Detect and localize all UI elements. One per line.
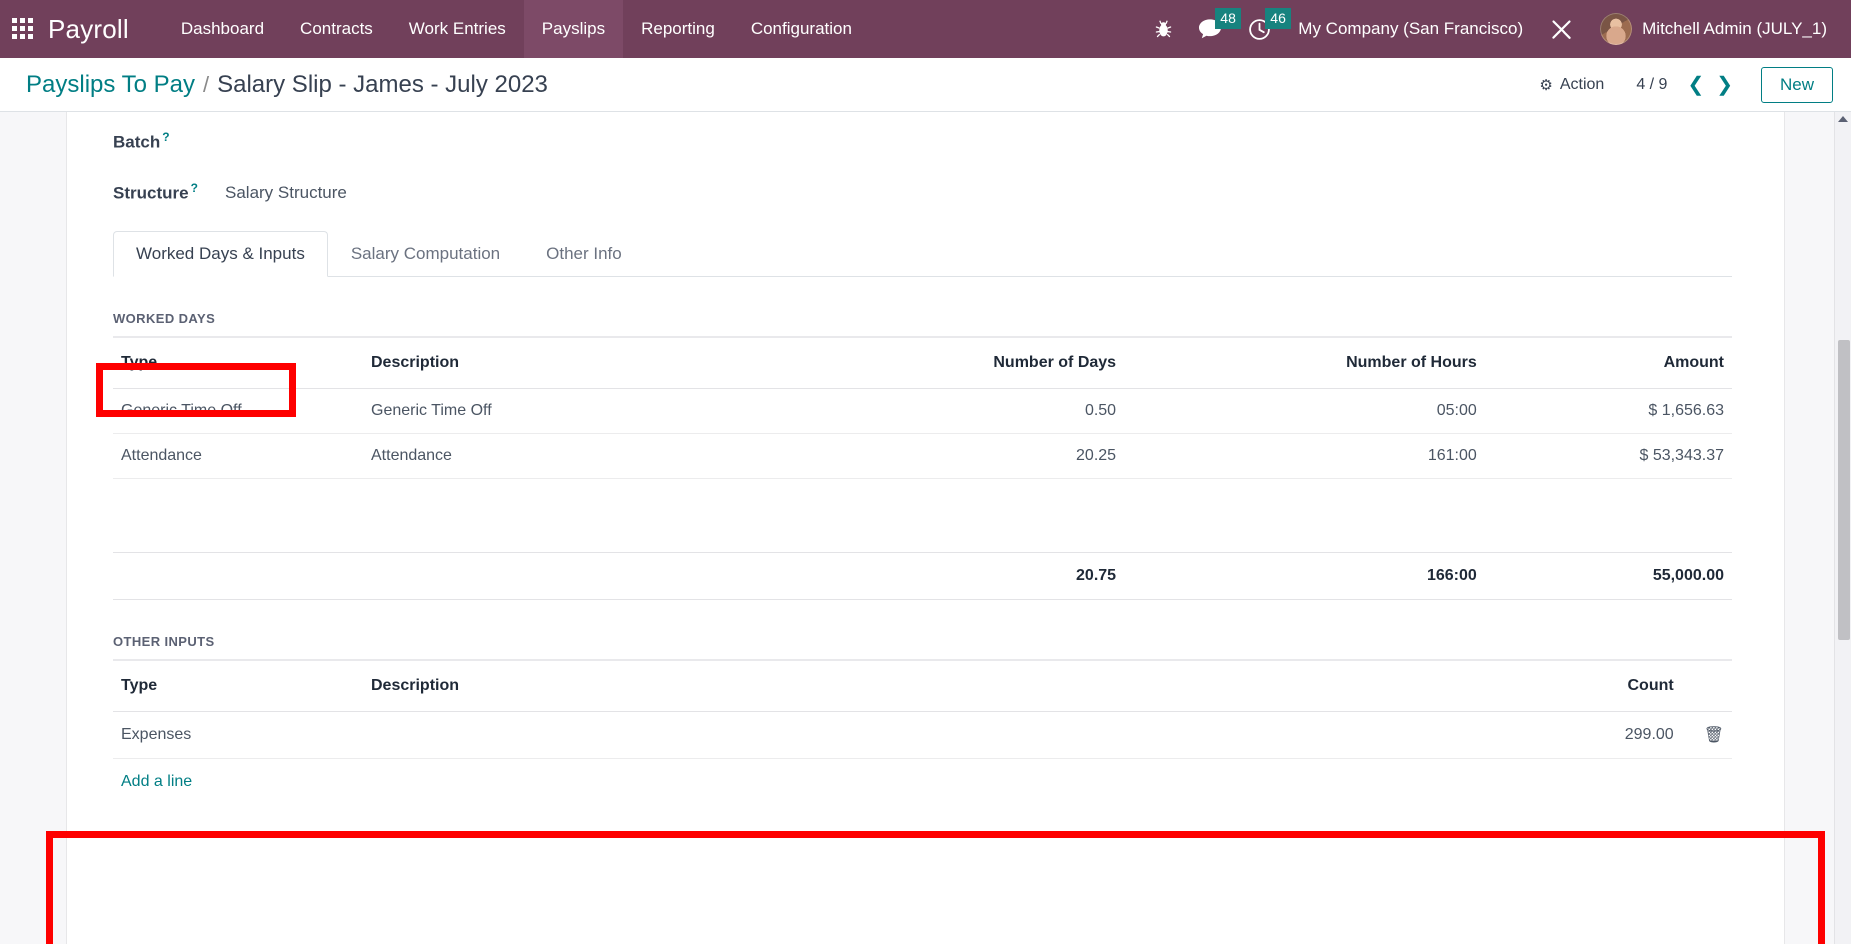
tab-salary-computation[interactable]: Salary Computation xyxy=(328,231,523,277)
help-tooltip-icon[interactable]: ? xyxy=(191,181,198,195)
cell-type[interactable]: Expenses xyxy=(113,711,363,760)
tab-other-info[interactable]: Other Info xyxy=(523,231,645,277)
scrollbar-thumb[interactable] xyxy=(1838,340,1850,640)
navbar-right-tools: 48 46 My Company (San Francisco) Mitchel… xyxy=(1142,0,1851,58)
company-switcher[interactable]: My Company (San Francisco) xyxy=(1284,19,1537,39)
total-number-of-hours: 166:00 xyxy=(1124,552,1485,601)
avatar xyxy=(1600,13,1633,45)
bug-icon[interactable] xyxy=(1142,0,1185,58)
cell-description[interactable]: Attendance xyxy=(363,433,783,480)
other-inputs-section-title: OTHER INPUTS xyxy=(113,634,215,650)
top-navbar: Payroll Dashboard Contracts Work Entries… xyxy=(0,0,1851,58)
user-menu[interactable]: Mitchell Admin (JULY_1) xyxy=(1586,13,1837,45)
control-panel-actions: ⚙ Action 4 / 9 ❮ ❯ New xyxy=(1529,66,1833,103)
pager-count: 4 / 9 xyxy=(1636,75,1668,93)
column-header-description[interactable]: Description xyxy=(363,661,783,713)
add-a-line-link[interactable]: Add a line xyxy=(113,759,200,805)
user-name-label: Mitchell Admin (JULY_1) xyxy=(1642,19,1827,38)
table-header-row: Type Description Count xyxy=(113,661,1732,713)
vertical-scrollbar[interactable] xyxy=(1834,112,1851,944)
app-brand-payroll[interactable]: Payroll xyxy=(46,14,137,45)
row-delete-cell: 🗑 xyxy=(1681,711,1732,760)
column-header-actions xyxy=(1681,661,1732,713)
cell-description[interactable] xyxy=(363,711,783,760)
breadcrumb-separator: / xyxy=(202,71,210,97)
table-empty-row xyxy=(113,522,1732,554)
total-amount: 55,000.00 xyxy=(1484,552,1732,601)
messages-icon-button[interactable]: 48 xyxy=(1185,0,1241,58)
form-sheet: Batch? Structure? Salary Structure Worke… xyxy=(66,112,1785,944)
total-number-of-days: 20.75 xyxy=(783,552,1125,601)
wrench-screwdriver-icon[interactable] xyxy=(1537,0,1586,58)
worked-days-totals-row: 20.75 166:00 55,000.00 xyxy=(113,552,1732,601)
nav-item-reporting[interactable]: Reporting xyxy=(623,0,733,58)
nav-item-payslips[interactable]: Payslips xyxy=(523,0,624,58)
column-header-description[interactable]: Description xyxy=(363,338,783,390)
gear-icon: ⚙ xyxy=(1539,76,1553,94)
cell-amount[interactable]: $ 1,656.63 xyxy=(1484,388,1732,435)
breadcrumb-item-payslips-to-pay[interactable]: Payslips To Pay xyxy=(26,71,195,99)
action-menu-label: Action xyxy=(1559,75,1605,93)
cell-number-of-days[interactable]: 20.25 xyxy=(783,433,1125,480)
field-structure-value[interactable]: Salary Structure xyxy=(225,183,347,203)
cell-type[interactable]: Generic Time Off xyxy=(113,388,363,435)
column-header-type[interactable]: Type xyxy=(113,338,363,390)
breadcrumb: Payslips To Pay / Salary Slip - James - … xyxy=(26,71,548,99)
tab-worked-days-and-inputs[interactable]: Worked Days & Inputs xyxy=(113,231,328,278)
cell-description[interactable]: Generic Time Off xyxy=(363,388,783,435)
table-row[interactable]: Generic Time Off Generic Time Off 0.50 0… xyxy=(113,388,1732,435)
cell-count[interactable]: 299.00 xyxy=(783,711,1682,760)
column-header-number-of-hours[interactable]: Number of Hours xyxy=(1124,338,1485,390)
other-inputs-table: Type Description Count Expenses 299.00 🗑 xyxy=(113,661,1732,805)
nav-item-configuration[interactable]: Configuration xyxy=(733,0,870,58)
form-page: Batch? Structure? Salary Structure Worke… xyxy=(0,112,1851,944)
cell-type[interactable]: Attendance xyxy=(113,433,363,480)
apps-grid-icon[interactable] xyxy=(0,0,46,58)
scroll-up-arrow-icon[interactable] xyxy=(1838,116,1848,122)
table-header-row: Type Description Number of Days Number o… xyxy=(113,338,1732,390)
record-pager: 4 / 9 ❮ ❯ xyxy=(1636,75,1739,95)
activities-icon-button[interactable]: 46 xyxy=(1235,0,1291,58)
cell-number-of-hours[interactable]: 161:00 xyxy=(1124,433,1485,480)
field-batch-label: Batch? xyxy=(113,130,170,152)
control-panel: Payslips To Pay / Salary Slip - James - … xyxy=(0,58,1851,112)
cell-amount[interactable]: $ 53,343.37 xyxy=(1484,433,1732,480)
column-header-count[interactable]: Count xyxy=(783,661,1682,713)
worked-days-section-title: WORKED DAYS xyxy=(113,311,216,327)
nav-item-contracts[interactable]: Contracts xyxy=(282,0,391,58)
page-title: Salary Slip - James - July 2023 xyxy=(217,70,548,98)
column-header-amount[interactable]: Amount xyxy=(1484,338,1732,390)
activities-count-badge: 46 xyxy=(1265,8,1291,29)
new-button[interactable]: New xyxy=(1760,66,1833,103)
table-empty-row xyxy=(113,479,1732,523)
column-header-number-of-days[interactable]: Number of Days xyxy=(783,338,1125,390)
field-structure: Structure? Salary Structure xyxy=(113,181,1732,204)
column-header-type[interactable]: Type xyxy=(113,661,363,713)
table-row[interactable]: Attendance Attendance 20.25 161:00 $ 53,… xyxy=(113,433,1732,480)
navbar-menu: Dashboard Contracts Work Entries Payslip… xyxy=(163,0,870,58)
chevron-right-icon[interactable]: ❯ xyxy=(1710,75,1739,95)
field-structure-label: Structure? xyxy=(113,180,198,203)
worked-days-table: Type Description Number of Days Number o… xyxy=(113,338,1732,601)
trash-icon[interactable]: 🗑 xyxy=(1690,727,1724,744)
field-batch: Batch? xyxy=(113,130,1732,153)
nav-item-work-entries[interactable]: Work Entries xyxy=(391,0,524,58)
help-tooltip-icon[interactable]: ? xyxy=(162,130,169,144)
notebook-tabs: Worked Days & Inputs Salary Computation … xyxy=(113,231,1732,278)
cell-number-of-days[interactable]: 0.50 xyxy=(783,388,1125,435)
chevron-left-icon[interactable]: ❮ xyxy=(1681,75,1710,95)
nav-item-dashboard[interactable]: Dashboard xyxy=(163,0,282,58)
add-line-row: Add a line xyxy=(113,759,1732,806)
action-menu-button[interactable]: ⚙ Action xyxy=(1529,72,1614,98)
cell-number-of-hours[interactable]: 05:00 xyxy=(1124,388,1485,435)
table-row[interactable]: Expenses 299.00 🗑 xyxy=(113,711,1732,760)
